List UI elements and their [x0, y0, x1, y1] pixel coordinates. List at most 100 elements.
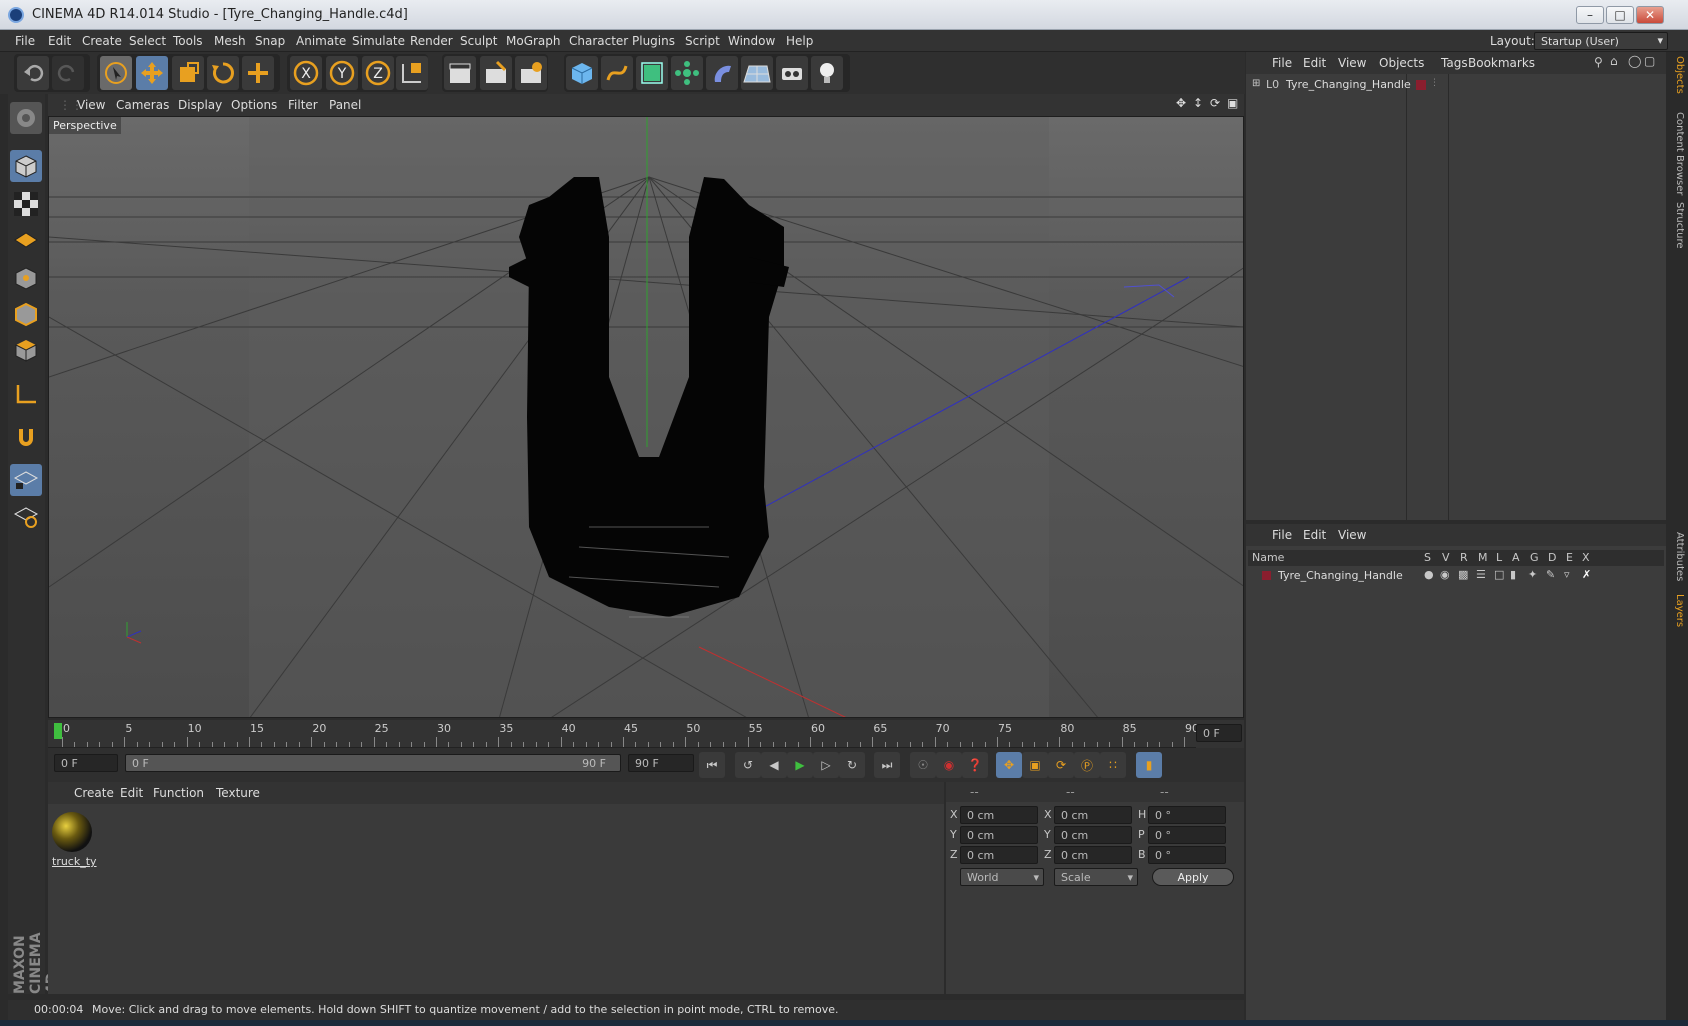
tab-content-browser[interactable]: Content Browser	[1669, 112, 1685, 195]
viewport-menu-view[interactable]: View	[77, 98, 105, 112]
rot-h-field[interactable]: 0 °	[1148, 806, 1226, 824]
goto-start-button[interactable]: ⏮	[699, 752, 725, 778]
tab-objects[interactable]: Objects	[1669, 56, 1685, 94]
minimize-button[interactable]: –	[1576, 6, 1604, 24]
xref-icon[interactable]: ✗	[1582, 568, 1591, 581]
viewport-menu-options[interactable]: Options	[231, 98, 277, 112]
y-axis-lock-button[interactable]: Y	[326, 56, 358, 90]
maximize-button[interactable]: □	[1606, 6, 1634, 24]
material-menu-function[interactable]: Function	[153, 786, 204, 800]
points-mode-button[interactable]	[10, 262, 42, 294]
camera-object-button[interactable]	[776, 56, 808, 90]
layer-color-swatch[interactable]	[1416, 80, 1426, 90]
maximize-view-icon[interactable]: ▣	[1227, 96, 1238, 110]
cube-object-button[interactable]	[566, 56, 598, 90]
key-pla-button[interactable]: ∷	[1100, 752, 1126, 778]
col-manager[interactable]: M	[1478, 551, 1488, 564]
layout-select[interactable]: Startup (User) ▾	[1534, 32, 1668, 50]
keyframe-selection-button[interactable]: ❓	[962, 752, 988, 778]
lock-icon[interactable]: □	[1494, 568, 1504, 581]
timeline-window-button[interactable]: ▮	[1136, 752, 1162, 778]
menu-mograph[interactable]: MoGraph	[506, 34, 561, 48]
menu-mesh[interactable]: Mesh	[214, 34, 246, 48]
polygons-mode-button[interactable]	[10, 334, 42, 366]
render-view-button[interactable]	[444, 56, 476, 90]
spline-pen-button[interactable]	[601, 56, 633, 90]
lm-menu-view[interactable]: View	[1338, 528, 1366, 542]
layer-color-swatch[interactable]	[1262, 571, 1271, 580]
expand-icon[interactable]: ⊞	[1252, 78, 1260, 89]
pan-view-icon[interactable]: ✥	[1176, 96, 1186, 110]
search-icon[interactable]: ⚲	[1594, 55, 1603, 69]
om-menu-view[interactable]: View	[1338, 56, 1366, 70]
om-menu-edit[interactable]: Edit	[1303, 56, 1326, 70]
key-scale-button[interactable]: ▣	[1022, 752, 1048, 778]
om-menu-file[interactable]: File	[1272, 56, 1292, 70]
menu-sculpt[interactable]: Sculpt	[460, 34, 497, 48]
texture-mode-button[interactable]	[10, 188, 42, 220]
rotate-tool-button[interactable]	[207, 56, 239, 90]
deformer-button[interactable]	[706, 56, 738, 90]
menu-animate[interactable]: Animate	[296, 34, 346, 48]
previous-frame-button[interactable]: ◀	[761, 752, 787, 778]
material-menu-edit[interactable]: Edit	[120, 786, 143, 800]
x-axis-lock-button[interactable]: X	[290, 56, 322, 90]
new-view-icon[interactable]: ▢	[1644, 54, 1655, 68]
col-locked[interactable]: L	[1496, 551, 1502, 564]
z-axis-lock-button[interactable]: Z	[362, 56, 394, 90]
coordinate-mode-select[interactable]: World ▾	[960, 868, 1044, 886]
col-render[interactable]: R	[1460, 551, 1468, 564]
light-object-button[interactable]	[811, 56, 843, 90]
autokey-button[interactable]: ◉	[936, 752, 962, 778]
previous-key-button[interactable]: ↺	[735, 752, 761, 778]
key-parameter-button[interactable]: Ⓟ	[1074, 752, 1100, 778]
col-visible[interactable]: V	[1442, 551, 1450, 564]
om-menu-objects[interactable]: Objects	[1379, 56, 1424, 70]
lm-menu-file[interactable]: File	[1272, 528, 1292, 542]
visibility-dots-icon[interactable]: ⋮	[1430, 78, 1439, 88]
add-object-tool-button[interactable]	[242, 56, 274, 90]
col-deformers[interactable]: D	[1548, 551, 1556, 564]
key-rotation-button[interactable]: ⟳	[1048, 752, 1074, 778]
eye-icon[interactable]: ◉	[1440, 568, 1450, 581]
make-editable-button[interactable]	[10, 102, 42, 134]
menu-create[interactable]: Create	[82, 34, 122, 48]
menu-snap[interactable]: Snap	[255, 34, 285, 48]
size-mode-select[interactable]: Scale ▾	[1054, 868, 1138, 886]
workplane-lock-button[interactable]	[10, 464, 42, 496]
menu-character[interactable]: Character	[569, 34, 628, 48]
manager-icon[interactable]: ☰	[1476, 568, 1486, 581]
pos-y-field[interactable]: 0 cm	[960, 826, 1038, 844]
viewport-menu-cameras[interactable]: Cameras	[116, 98, 169, 112]
material-menu-create[interactable]: Create	[74, 786, 114, 800]
size-y-field[interactable]: 0 cm	[1054, 826, 1132, 844]
end-frame-field[interactable]: 90 F	[628, 754, 694, 772]
menu-tools[interactable]: Tools	[173, 34, 203, 48]
menu-simulate[interactable]: Simulate	[352, 34, 405, 48]
timeline-ruler[interactable]: 0 5 10 15 20 25 30 35 40 45 50 55 60 65 70 75 80 85 90 0 F	[48, 720, 1244, 748]
render-icon[interactable]: ▩	[1458, 568, 1468, 581]
live-selection-button[interactable]	[100, 56, 132, 90]
start-frame-field[interactable]: 0 F	[54, 754, 118, 772]
menu-render[interactable]: Render	[410, 34, 453, 48]
array-object-button[interactable]	[671, 56, 703, 90]
redo-button[interactable]	[52, 56, 84, 90]
col-name[interactable]: Name	[1252, 551, 1284, 564]
viewport-menu-panel[interactable]: Panel	[329, 98, 361, 112]
subdivision-surface-button[interactable]	[636, 56, 668, 90]
menu-file[interactable]: File	[15, 34, 35, 48]
home-icon[interactable]: ⌂	[1610, 54, 1618, 68]
expression-icon[interactable]: ▿	[1564, 568, 1570, 581]
col-generators[interactable]: G	[1530, 551, 1539, 564]
viewport-menu-filter[interactable]: Filter	[288, 98, 318, 112]
next-frame-button[interactable]: ▷	[813, 752, 839, 778]
menu-help[interactable]: Help	[786, 34, 813, 48]
lm-menu-edit[interactable]: Edit	[1303, 528, 1326, 542]
col-animation[interactable]: A	[1512, 551, 1520, 564]
animation-icon[interactable]: ▮	[1510, 568, 1516, 581]
scale-tool-button[interactable]	[172, 56, 204, 90]
zoom-view-icon[interactable]: ↕	[1193, 96, 1203, 110]
pos-x-field[interactable]: 0 cm	[960, 806, 1038, 824]
size-x-field[interactable]: 0 cm	[1054, 806, 1132, 824]
menu-plugins[interactable]: Plugins	[632, 34, 675, 48]
